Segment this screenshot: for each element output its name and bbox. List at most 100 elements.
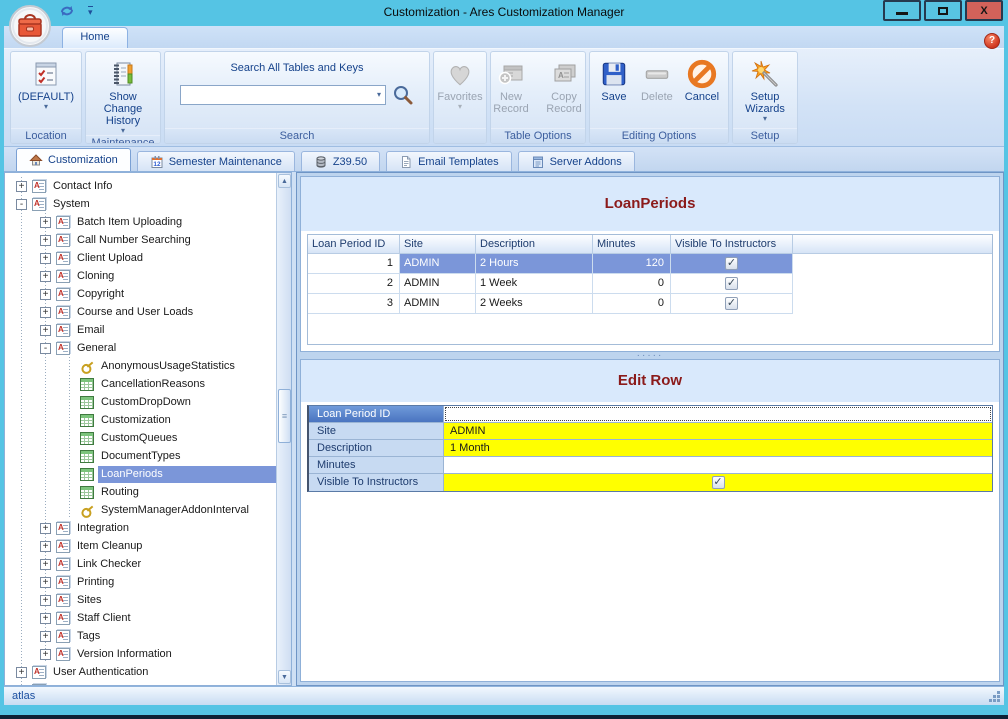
column-header-description[interactable]: Description (476, 235, 593, 254)
tree-item[interactable]: Cloning (5, 267, 276, 285)
tree-item[interactable]: Contact Info (5, 177, 276, 195)
save-button[interactable]: Save (595, 54, 633, 103)
tree-scrollbar[interactable]: ▲ ≡ ▼ (276, 173, 291, 685)
tree-item[interactable]: SystemManagerAddonInterval (5, 501, 276, 519)
tree-item[interactable]: Course and User Loads (5, 303, 276, 321)
tree-expander-icon[interactable] (16, 685, 27, 686)
tree-item[interactable]: Sites (5, 591, 276, 609)
edit-field-value[interactable]: 1 Month (444, 440, 992, 456)
copy-record-button[interactable]: A Copy Record (539, 54, 586, 115)
scroll-up-icon[interactable]: ▲ (278, 174, 291, 188)
tree-item[interactable]: Routing (5, 483, 276, 501)
table-row[interactable]: 1 ADMIN 2 Hours 120 (308, 254, 992, 274)
maximize-button[interactable] (924, 0, 962, 21)
show-change-history-button[interactable]: Show Change History ▾ (86, 54, 160, 135)
tree-expander-icon[interactable] (40, 325, 51, 336)
horizontal-splitter[interactable]: ····· (300, 352, 1000, 359)
tree-item[interactable]: Integration (5, 519, 276, 537)
column-header-loan-period-id[interactable]: Loan Period ID (308, 235, 400, 254)
scroll-down-icon[interactable]: ▼ (278, 670, 291, 684)
tree-expander-icon[interactable] (40, 559, 51, 570)
application-menu-button[interactable] (8, 4, 52, 48)
tree-item[interactable]: LoanPeriods (5, 465, 276, 483)
tree-expander-icon[interactable] (40, 631, 51, 642)
data-grid: Loan Period ID Site Description Minutes … (307, 234, 993, 345)
tree-item[interactable]: User Authentication (5, 663, 276, 681)
ribbon-tab-home[interactable]: Home (62, 27, 128, 48)
cancel-button[interactable]: Cancel (681, 54, 723, 103)
tree-expander-icon[interactable] (16, 667, 27, 678)
scrollbar-thumb[interactable]: ≡ (278, 389, 291, 443)
tree-item-label: AnonymousUsageStatistics (98, 358, 276, 375)
group-label-table-options: Table Options (491, 128, 585, 143)
tree-item[interactable]: Email (5, 321, 276, 339)
tree-expander-icon[interactable] (40, 307, 51, 318)
tree-item[interactable]: CancellationReasons (5, 375, 276, 393)
visible-checkbox[interactable] (725, 297, 738, 310)
tree-item[interactable]: Call Number Searching (5, 231, 276, 249)
tree-expander-icon[interactable] (40, 235, 51, 246)
search-magnifier-icon[interactable] (392, 84, 414, 106)
visible-checkbox[interactable] (725, 257, 738, 270)
table-row[interactable]: 3 ADMIN 2 Weeks 0 (308, 294, 992, 314)
grid-title-band: LoanPeriods (301, 177, 999, 231)
minimize-button[interactable] (883, 0, 921, 21)
column-header-visible[interactable]: Visible To Instructors (671, 235, 793, 254)
favorites-button[interactable]: Favorites ▾ (433, 54, 486, 111)
tree-expander-icon[interactable] (16, 199, 27, 210)
visible-checkbox[interactable] (725, 277, 738, 290)
tree-item[interactable]: General (5, 339, 276, 357)
tab-semester-maintenance[interactable]: 12 Semester Maintenance (137, 151, 295, 171)
tree-item[interactable]: Copyright (5, 285, 276, 303)
tree-item[interactable]: DocumentTypes (5, 447, 276, 465)
tree-expander-icon[interactable] (40, 649, 51, 660)
tree-item[interactable]: Batch Item Uploading (5, 213, 276, 231)
tree-item[interactable]: Version Information (5, 645, 276, 663)
tree-expander-icon[interactable] (40, 253, 51, 264)
tree-item[interactable]: Tags (5, 627, 276, 645)
edit-field-value[interactable] (444, 474, 992, 491)
tree-item[interactable]: Link Checker (5, 555, 276, 573)
help-button[interactable]: ? (984, 33, 1000, 49)
tree-item[interactable]: Staff Client (5, 609, 276, 627)
new-record-button[interactable]: New Record (490, 54, 535, 115)
edit-field-value[interactable] (444, 457, 992, 473)
tree-expander-icon[interactable] (40, 343, 51, 354)
tree-item[interactable] (5, 681, 276, 685)
default-location-button[interactable]: (DEFAULT) ▾ (14, 54, 78, 111)
tree-expander-icon[interactable] (16, 181, 27, 192)
tab-customization[interactable]: Customization (16, 148, 131, 171)
tree-expander-icon[interactable] (40, 613, 51, 624)
tree-item[interactable]: AnonymousUsageStatistics (5, 357, 276, 375)
tab-z3950[interactable]: Z39.50 (301, 151, 380, 171)
column-header-minutes[interactable]: Minutes (593, 235, 671, 254)
resize-grip[interactable] (989, 690, 1001, 702)
tree-item[interactable]: Customization (5, 411, 276, 429)
close-button[interactable]: X (965, 0, 1003, 21)
combo-dropdown-icon[interactable]: ▾ (377, 91, 385, 99)
cell-description: 2 Weeks (476, 294, 593, 314)
edit-visible-checkbox[interactable] (712, 476, 725, 489)
edit-field-value[interactable] (444, 406, 992, 422)
tree-item[interactable]: CustomDropDown (5, 393, 276, 411)
tree-item[interactable]: Item Cleanup (5, 537, 276, 555)
tree-expander-icon[interactable] (40, 541, 51, 552)
tree-expander-icon[interactable] (40, 523, 51, 534)
tree-item[interactable]: CustomQueues (5, 429, 276, 447)
tree-item[interactable]: System (5, 195, 276, 213)
tree-expander-icon[interactable] (40, 595, 51, 606)
tree-expander-icon[interactable] (40, 289, 51, 300)
tab-email-templates[interactable]: Email Templates (386, 151, 512, 171)
column-header-site[interactable]: Site (400, 235, 476, 254)
setup-wizards-button[interactable]: Setup Wizards ▾ (738, 54, 792, 123)
tree-expander-icon[interactable] (40, 271, 51, 282)
edit-field-value[interactable]: ADMIN (444, 423, 992, 439)
tree-expander-icon[interactable] (40, 577, 51, 588)
delete-button[interactable]: Delete (637, 54, 677, 103)
search-input[interactable] (181, 87, 377, 103)
tree-item[interactable]: Client Upload (5, 249, 276, 267)
table-row[interactable]: 2 ADMIN 1 Week 0 (308, 274, 992, 294)
tab-server-addons[interactable]: Server Addons (518, 151, 635, 171)
tree-expander-icon[interactable] (40, 217, 51, 228)
tree-item[interactable]: Printing (5, 573, 276, 591)
